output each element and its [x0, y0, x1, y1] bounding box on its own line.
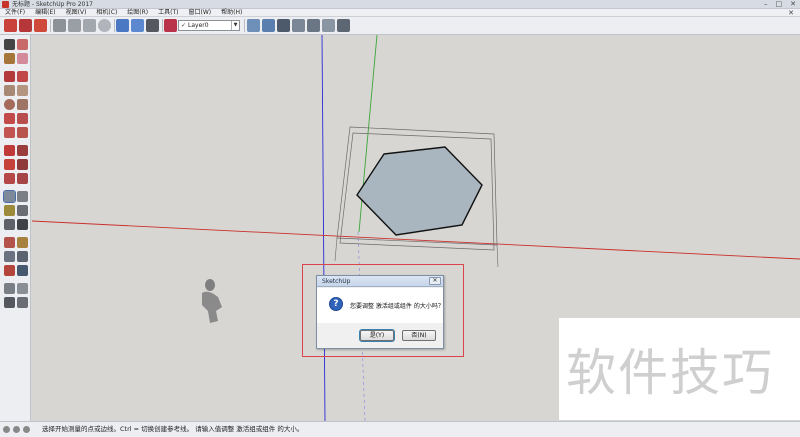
open-file-icon[interactable] — [68, 19, 81, 32]
main-toolbar: ✓ Layer0 ▼ — [0, 17, 800, 35]
minimize-button[interactable]: – — [764, 0, 768, 9]
window-controls: – □ ✕ — [764, 0, 796, 9]
document-close-button[interactable]: ✕ — [788, 9, 800, 17]
close-button[interactable]: ✕ — [790, 0, 796, 9]
paint-bucket-icon[interactable] — [4, 53, 15, 64]
scale-tool-icon[interactable] — [4, 173, 15, 184]
no-button[interactable]: 否(N) — [402, 330, 436, 341]
position-camera-icon[interactable] — [4, 283, 15, 294]
layer-dropdown[interactable]: ✓ Layer0 ▼ — [178, 20, 240, 31]
follow-me-icon[interactable] — [17, 159, 28, 170]
new-file-icon[interactable] — [53, 19, 66, 32]
dimension-tool-icon[interactable] — [17, 191, 28, 202]
previous-view-icon[interactable] — [17, 265, 28, 276]
layer-value: Layer0 — [188, 22, 209, 29]
maximize-button[interactable]: □ — [776, 0, 783, 9]
menu-tools[interactable]: 工具(T) — [153, 9, 183, 16]
orbit-tool-icon[interactable] — [4, 237, 15, 248]
left-view-icon[interactable] — [322, 19, 335, 32]
pie-tool-icon[interactable] — [17, 127, 28, 138]
component-tool-icon[interactable] — [17, 39, 28, 50]
bbox-edge — [334, 237, 338, 262]
dialog-message: 您要调整 激活组或组件 的大小吗？ — [350, 303, 444, 310]
eraser-icon[interactable] — [17, 53, 28, 64]
front-view-icon[interactable] — [277, 19, 290, 32]
erase-icon[interactable] — [98, 19, 111, 32]
menu-camera[interactable]: 相机(C) — [91, 9, 122, 16]
title-bar: 无标题 - SketchUp Pro 2017 – □ ✕ — [0, 0, 800, 9]
left-toolbar — [0, 35, 31, 421]
three-point-arc-icon[interactable] — [4, 127, 15, 138]
help-icon[interactable] — [23, 426, 30, 433]
menu-file[interactable]: 文件(F) — [0, 9, 30, 16]
protractor-icon[interactable] — [4, 205, 15, 216]
iso-view-icon[interactable] — [247, 19, 260, 32]
menu-help[interactable]: 帮助(H) — [216, 9, 247, 16]
zoom-extents-icon[interactable] — [4, 265, 15, 276]
status-text: 选择开始测量的点或边线。Ctrl = 切换创建参考线。 请输入值调整 激活组或组… — [42, 425, 304, 433]
select-tool-icon[interactable] — [4, 39, 15, 50]
walk-tool-icon[interactable] — [4, 297, 15, 308]
zoom-window-icon[interactable] — [17, 251, 28, 262]
menu-bar: 文件(F) 编辑(E) 视图(V) 相机(C) 绘图(R) 工具(T) 窗口(W… — [0, 9, 800, 17]
print-icon[interactable] — [146, 19, 159, 32]
offset-tool-icon[interactable] — [17, 173, 28, 184]
rectangle-tool-icon[interactable] — [4, 85, 15, 96]
back-view-icon[interactable] — [307, 19, 320, 32]
sketchup-app-icon — [2, 1, 9, 8]
rotated-rectangle-icon[interactable] — [17, 85, 28, 96]
status-icons — [3, 426, 30, 433]
dialog-footer: 是(Y) 否(N) — [317, 323, 443, 349]
right-view-icon[interactable] — [292, 19, 305, 32]
scale-figure-person — [202, 279, 222, 323]
redo-icon[interactable] — [131, 19, 144, 32]
polygon-tool-icon[interactable] — [17, 99, 28, 110]
3d-text-icon[interactable] — [17, 219, 28, 230]
window-title: 无标题 - SketchUp Pro 2017 — [12, 1, 93, 8]
line-tool-icon[interactable] — [4, 71, 15, 82]
credits-icon[interactable] — [13, 426, 20, 433]
bbox-edge — [496, 244, 499, 268]
status-bar: 选择开始测量的点或边线。Ctrl = 切换创建参考线。 请输入值调整 激活组或组… — [0, 421, 800, 437]
resize-confirm-dialog: SketchUp ✕ ? 您要调整 激活组或组件 的大小吗？ 是(Y) 否(N) — [316, 275, 444, 349]
geo-location-icon[interactable] — [3, 426, 10, 433]
freehand-icon[interactable] — [17, 71, 28, 82]
getting-started-icon[interactable] — [4, 19, 17, 32]
top-view-icon[interactable] — [262, 19, 275, 32]
undo-icon[interactable] — [116, 19, 129, 32]
menu-edit[interactable]: 编辑(E) — [30, 9, 60, 16]
save-icon[interactable] — [83, 19, 96, 32]
dialog-close-button[interactable]: ✕ — [429, 277, 441, 285]
menu-draw[interactable]: 绘图(R) — [122, 9, 153, 16]
question-icon: ? — [329, 297, 343, 311]
layers-manager-icon[interactable] — [164, 19, 177, 32]
share-model-icon[interactable] — [34, 19, 47, 32]
look-around-icon[interactable] — [17, 283, 28, 294]
menu-window[interactable]: 窗口(W) — [184, 9, 217, 16]
warehouse-icon[interactable] — [19, 19, 32, 32]
section-plane-icon[interactable] — [17, 297, 28, 308]
watermark-text: 软件技巧 — [566, 344, 774, 402]
dialog-body: ? 您要调整 激活组或组件 的大小吗？ — [317, 288, 444, 323]
pan-tool-icon[interactable] — [17, 237, 28, 248]
push-pull-icon[interactable] — [17, 145, 28, 156]
move-tool-icon[interactable] — [4, 145, 15, 156]
hexagon-face[interactable] — [356, 146, 483, 236]
rotate-tool-icon[interactable] — [4, 159, 15, 170]
yes-button[interactable]: 是(Y) — [359, 329, 395, 342]
blue-axis — [321, 35, 326, 421]
arc-tool-icon[interactable] — [4, 113, 15, 124]
bottom-view-icon[interactable] — [337, 19, 350, 32]
two-point-arc-icon[interactable] — [17, 113, 28, 124]
text-tool-icon[interactable] — [17, 205, 28, 216]
tape-measure-icon[interactable] — [3, 190, 16, 203]
dialog-title: SketchUp — [322, 277, 351, 285]
checkmark-icon: ✓ — [180, 22, 187, 29]
zoom-tool-icon[interactable] — [4, 251, 15, 262]
dialog-titlebar: SketchUp ✕ — [317, 276, 443, 287]
chevron-down-icon[interactable]: ▼ — [231, 21, 239, 30]
menu-view[interactable]: 视图(V) — [61, 9, 92, 16]
axes-tool-icon[interactable] — [4, 219, 15, 230]
circle-tool-icon[interactable] — [4, 99, 15, 110]
